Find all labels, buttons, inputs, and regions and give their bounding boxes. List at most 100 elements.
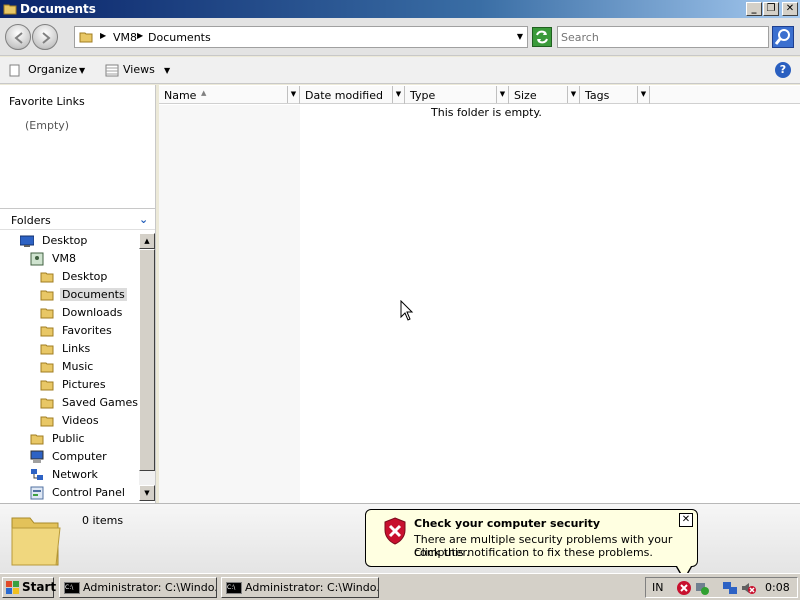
tree-item-label: Pictures (62, 378, 106, 391)
organize-dropdown-icon[interactable]: ▼ (79, 66, 85, 75)
scrollbar-thumb[interactable] (139, 249, 155, 471)
restore-button[interactable]: ❐ (763, 2, 779, 16)
views-icon (105, 64, 119, 77)
folder-icon (30, 434, 44, 445)
scroll-down-icon[interactable]: ▼ (139, 485, 155, 501)
empty-folder-message: This folder is empty. (431, 106, 542, 119)
address-bar[interactable]: ▶ VM8 ▶ Documents ▼ (74, 26, 528, 48)
search-input[interactable] (561, 28, 761, 46)
user-folder-icon (30, 252, 44, 266)
address-dropdown-icon[interactable]: ▼ (517, 32, 523, 41)
scroll-up-icon[interactable]: ▲ (139, 233, 155, 249)
taskbar: Start C:\ Administrator: C:\Windo... C:\… (0, 573, 800, 600)
views-menu[interactable]: Views (123, 63, 155, 76)
sort-ascending-icon: ▲ (201, 89, 207, 97)
address-row: ▶ VM8 ▶ Documents ▼ (0, 18, 800, 56)
navigation-pane: Favorite Links (Empty) Folders ⌄ Desktop… (0, 85, 156, 503)
search-icon (774, 29, 790, 45)
breadcrumb-documents[interactable]: Documents (148, 31, 211, 44)
folders-header[interactable]: Folders ⌄ (0, 208, 155, 230)
tree-item-label: Downloads (62, 306, 123, 319)
tree-item-label: Computer (52, 450, 107, 463)
breadcrumb-separator-icon[interactable]: ▶ (100, 31, 106, 40)
favorite-links-section: Favorite Links (Empty) (0, 85, 155, 207)
folder-tree: Desktop VM8 Desktop Documents Downloads … (0, 232, 138, 502)
close-button[interactable]: ✕ (782, 2, 798, 16)
organize-icon (9, 64, 20, 77)
favorite-links-header: Favorite Links (9, 95, 85, 108)
tree-item-label: Network (52, 468, 98, 481)
file-list-pane[interactable]: Name ▲ ▼ Date modified ▼ Type ▼ Size ▼ T… (159, 85, 800, 503)
column-label: Size (514, 89, 537, 102)
folder-icon (40, 290, 54, 301)
search-box[interactable] (557, 26, 769, 48)
tree-item-label: Favorites (62, 324, 112, 337)
window-title: Documents (20, 2, 96, 16)
column-header-type[interactable]: Type ▼ (405, 86, 509, 104)
folder-icon (40, 380, 54, 391)
security-notification-balloon[interactable]: Check your computer security There are m… (365, 509, 698, 581)
folder-icon (40, 416, 54, 427)
notification-title: Check your computer security (414, 517, 601, 530)
windows-logo-icon (6, 581, 19, 594)
network-status-icon[interactable] (694, 580, 710, 596)
tree-scrollbar[interactable]: ▲ ▼ (139, 233, 155, 501)
folder-large-icon (11, 517, 61, 566)
breadcrumb-vm8[interactable]: VM8 (113, 31, 137, 44)
start-button[interactable]: Start (2, 577, 57, 598)
network-icon (31, 469, 43, 480)
volume-muted-icon[interactable] (740, 580, 756, 596)
network-connection-icon[interactable] (722, 580, 738, 596)
tree-item-label: Desktop (62, 270, 108, 283)
tree-item-label: Documents (60, 288, 127, 301)
column-dropdown-icon[interactable]: ▼ (392, 86, 404, 103)
tree-item-label: VM8 (52, 252, 77, 265)
security-alert-icon[interactable] (676, 580, 692, 596)
notification-message-line2: Click this notification to fix these pro… (414, 546, 653, 559)
forward-button[interactable] (32, 24, 58, 50)
computer-icon (30, 450, 44, 463)
breadcrumb-separator-icon[interactable]: ▶ (137, 31, 143, 40)
chevron-down-icon[interactable]: ⌄ (139, 213, 148, 226)
folder-icon (40, 362, 54, 373)
control-panel-icon (30, 486, 44, 500)
search-button[interactable] (772, 26, 794, 48)
taskbar-button-label: Administrator: C:\Windo... (83, 581, 217, 594)
folder-icon (40, 272, 54, 283)
back-button[interactable] (5, 24, 31, 50)
column-dropdown-icon[interactable]: ▼ (496, 86, 508, 103)
refresh-button[interactable] (532, 27, 552, 47)
forward-arrow-icon (42, 32, 51, 44)
folder-icon (3, 4, 17, 15)
organize-menu[interactable]: Organize (28, 63, 77, 76)
tree-item-label: Desktop (42, 234, 88, 247)
toolbar: Organize ▼ Views ▼ ? (0, 57, 800, 84)
command-prompt-icon: C:\ (64, 582, 80, 594)
clock[interactable]: 0:08 (765, 581, 790, 594)
minimize-button[interactable]: _ (746, 2, 762, 16)
column-header-name[interactable]: Name ▲ ▼ (159, 86, 300, 104)
taskbar-button-cmd-2[interactable]: C:\ Administrator: C:\Windo... (221, 577, 379, 598)
column-dropdown-icon[interactable]: ▼ (567, 86, 579, 103)
refresh-icon (536, 30, 548, 44)
command-prompt-icon: C:\ (226, 582, 242, 594)
favorite-links-empty: (Empty) (25, 119, 70, 132)
column-header-date-modified[interactable]: Date modified ▼ (300, 86, 405, 104)
column-header-tags[interactable]: Tags ▼ (580, 86, 650, 104)
column-header-size[interactable]: Size ▼ (509, 86, 580, 104)
start-label: Start (22, 580, 57, 594)
taskbar-button-label: Administrator: C:\Windo... (245, 581, 379, 594)
views-dropdown-icon[interactable]: ▼ (164, 66, 170, 75)
language-indicator[interactable]: IN (652, 581, 663, 594)
help-button[interactable]: ? (775, 62, 791, 78)
column-dropdown-icon[interactable]: ▼ (637, 86, 649, 103)
column-dropdown-icon[interactable]: ▼ (287, 86, 299, 103)
column-label: Type (410, 89, 436, 102)
taskbar-button-cmd-1[interactable]: C:\ Administrator: C:\Windo... (59, 577, 217, 598)
folder-icon (79, 32, 93, 43)
folder-icon (40, 344, 54, 355)
notification-close-button[interactable]: ✕ (679, 513, 693, 527)
mouse-cursor-icon (400, 300, 414, 321)
tree-item-label: Music (62, 360, 94, 373)
title-bar[interactable]: Documents _ ❐ ✕ (0, 0, 800, 18)
